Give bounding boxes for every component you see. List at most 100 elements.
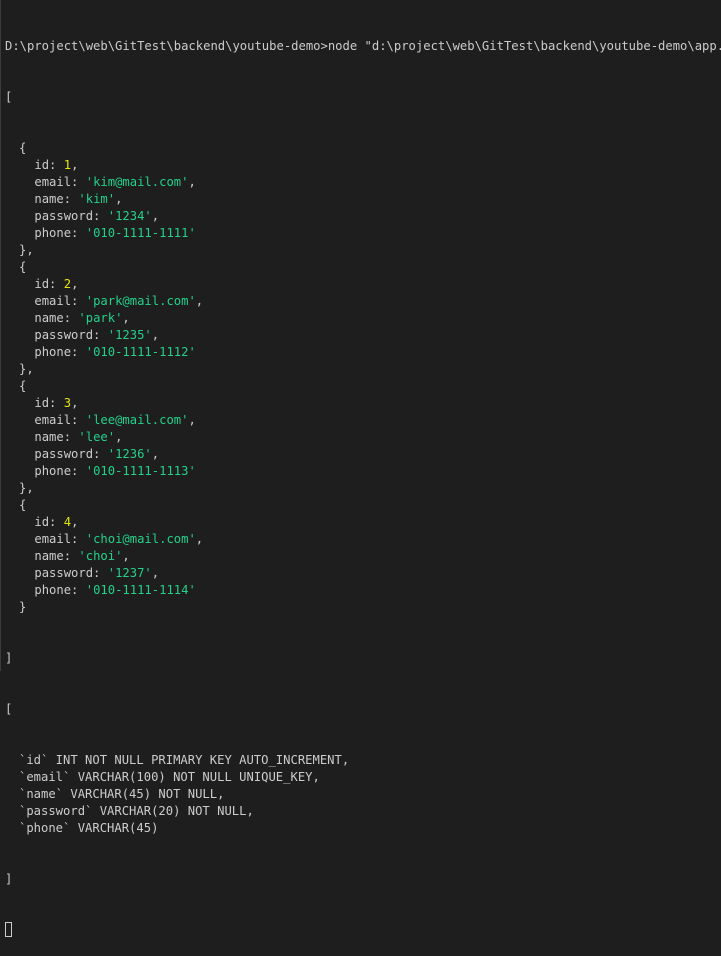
user-field-name: name: 'choi', — [5, 548, 721, 565]
field-value-id: 2 — [63, 277, 72, 291]
field-key-email: email: — [34, 294, 86, 308]
user-field-id: id: 1, — [5, 157, 721, 174]
user-object: { id: 1, email: 'kim@mail.com', name: 'k… — [5, 140, 721, 259]
field-comma: , — [71, 158, 79, 172]
field-value-phone: '010-1111-1111' — [85, 226, 196, 240]
field-comma: , — [151, 209, 160, 223]
field-value-phone: '010-1111-1113' — [85, 464, 196, 478]
field-value-password: '1234' — [107, 209, 152, 223]
object-open-brace: { — [19, 498, 27, 512]
field-comma: , — [71, 396, 79, 410]
field-comma: , — [151, 566, 160, 580]
prompt-line[interactable] — [5, 922, 721, 939]
users-list: { id: 1, email: 'kim@mail.com', name: 'k… — [5, 140, 721, 616]
field-key-password: password: — [34, 328, 108, 342]
field-comma: , — [188, 413, 196, 427]
field-value-name: 'kim' — [78, 192, 116, 206]
users-array-close: ] — [5, 651, 13, 665]
field-value-name: 'choi' — [78, 549, 123, 563]
object-open-brace: { — [19, 379, 27, 393]
field-value-name: 'park' — [78, 311, 123, 325]
field-comma: , — [188, 175, 196, 189]
user-field-email: email: 'kim@mail.com', — [5, 174, 721, 191]
field-comma: , — [195, 532, 204, 546]
user-field-name: name: 'lee', — [5, 429, 721, 446]
user-field-phone: phone: '010-1111-1113' — [5, 463, 721, 480]
schema-line: `phone` VARCHAR(45) — [19, 821, 159, 835]
field-key-id: id: — [34, 515, 64, 529]
field-key-name: name: — [34, 430, 79, 444]
user-object: { id: 3, email: 'lee@mail.com', name: 'l… — [5, 378, 721, 497]
field-comma: , — [195, 294, 204, 308]
object-close-brace: }, — [19, 243, 34, 257]
field-value-password: '1237' — [107, 566, 152, 580]
field-comma: , — [115, 430, 123, 444]
field-value-email: 'choi@mail.com' — [85, 532, 196, 546]
terminal-panel[interactable]: D:\project\web\GitTest\backend\youtube-d… — [0, 0, 721, 937]
field-key-email: email: — [34, 532, 86, 546]
field-value-email: 'kim@mail.com' — [85, 175, 189, 189]
field-comma: , — [151, 447, 160, 461]
user-object: { id: 4, email: 'choi@mail.com', name: '… — [5, 497, 721, 616]
field-comma: , — [122, 549, 130, 563]
field-key-password: password: — [34, 566, 108, 580]
schema-line: `name` VARCHAR(45) NOT NULL, — [19, 787, 225, 801]
field-value-password: '1235' — [107, 328, 152, 342]
object-close-brace: }, — [19, 362, 34, 376]
user-field-password: password: '1234', — [5, 208, 721, 225]
field-comma: , — [115, 192, 123, 206]
field-value-id: 1 — [63, 158, 72, 172]
schema-array-close: ] — [5, 872, 13, 886]
field-key-password: password: — [34, 447, 108, 461]
user-field-phone: phone: '010-1111-1111' — [5, 225, 721, 242]
user-field-id: id: 2, — [5, 276, 721, 293]
user-field-name: name: 'kim', — [5, 191, 721, 208]
object-close-brace: }, — [19, 481, 34, 495]
user-field-id: id: 4, — [5, 514, 721, 531]
field-key-name: name: — [34, 549, 79, 563]
field-value-name: 'lee' — [78, 430, 116, 444]
field-key-phone: phone: — [34, 226, 86, 240]
users-array-open: [ — [5, 90, 13, 104]
field-key-id: id: — [34, 396, 64, 410]
field-comma: , — [71, 277, 79, 291]
field-comma: , — [151, 328, 160, 342]
field-key-phone: phone: — [34, 345, 86, 359]
schema-line: `email` VARCHAR(100) NOT NULL UNIQUE_KEY… — [19, 770, 320, 784]
field-key-name: name: — [34, 192, 79, 206]
user-field-email: email: 'lee@mail.com', — [5, 412, 721, 429]
schema-array-open: [ — [5, 702, 13, 716]
user-field-password: password: '1235', — [5, 327, 721, 344]
user-field-email: email: 'choi@mail.com', — [5, 531, 721, 548]
field-key-email: email: — [34, 413, 86, 427]
field-key-password: password: — [34, 209, 108, 223]
schema-line: `password` VARCHAR(20) NOT NULL, — [19, 804, 254, 818]
field-value-phone: '010-1111-1112' — [85, 345, 196, 359]
field-value-phone: '010-1111-1114' — [85, 583, 196, 597]
field-value-email: 'park@mail.com' — [85, 294, 196, 308]
object-close-brace: } — [19, 600, 27, 614]
schema-line: `id` INT NOT NULL PRIMARY KEY AUTO_INCRE… — [19, 753, 350, 767]
user-field-email: email: 'park@mail.com', — [5, 293, 721, 310]
user-field-phone: phone: '010-1111-1112' — [5, 344, 721, 361]
field-key-phone: phone: — [34, 464, 86, 478]
text-cursor — [5, 922, 12, 937]
user-field-password: password: '1236', — [5, 446, 721, 463]
user-field-phone: phone: '010-1111-1114' — [5, 582, 721, 599]
field-key-phone: phone: — [34, 583, 86, 597]
field-key-id: id: — [34, 277, 64, 291]
user-object: { id: 2, email: 'park@mail.com', name: '… — [5, 259, 721, 378]
user-field-password: password: '1237', — [5, 565, 721, 582]
object-open-brace: { — [19, 141, 27, 155]
schema-list: `id` INT NOT NULL PRIMARY KEY AUTO_INCRE… — [5, 752, 721, 837]
field-key-id: id: — [34, 158, 64, 172]
field-value-id: 3 — [63, 396, 72, 410]
command-line: D:\project\web\GitTest\backend\youtube-d… — [5, 39, 721, 53]
object-open-brace: { — [19, 260, 27, 274]
field-value-password: '1236' — [107, 447, 152, 461]
user-field-id: id: 3, — [5, 395, 721, 412]
field-comma: , — [122, 311, 130, 325]
field-value-email: 'lee@mail.com' — [85, 413, 189, 427]
field-comma: , — [71, 515, 79, 529]
field-key-name: name: — [34, 311, 79, 325]
